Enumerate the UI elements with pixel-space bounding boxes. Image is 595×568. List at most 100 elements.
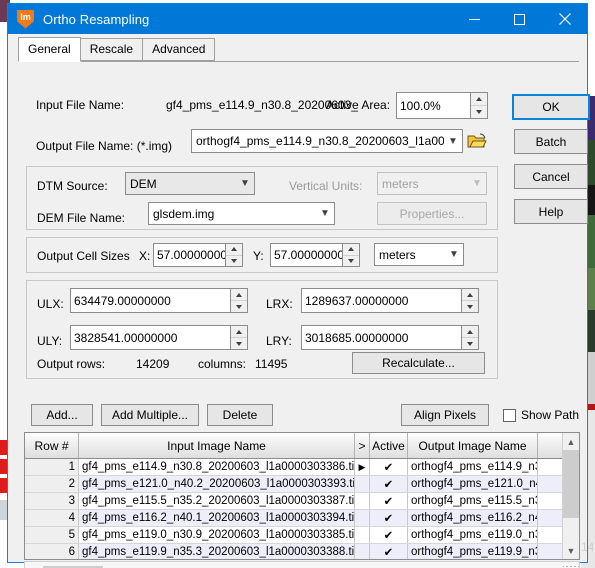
uly-input[interactable]: 3828541.00000000 bbox=[70, 325, 231, 350]
vertical-units-value: meters bbox=[382, 176, 419, 191]
lrx-spin-down[interactable] bbox=[462, 301, 478, 312]
cell-y-input[interactable]: 57.00000000 bbox=[270, 243, 343, 267]
cell-x-spin-buttons[interactable] bbox=[226, 243, 243, 267]
cell-input-name[interactable]: gf4_pms_e115.5_n35.2_20200603_l1a0000303… bbox=[79, 493, 355, 509]
cell-x-spin-down[interactable] bbox=[226, 255, 242, 266]
delete-button[interactable]: Delete bbox=[207, 404, 273, 426]
batch-button[interactable]: Batch bbox=[514, 129, 588, 154]
tab-rescale[interactable]: Rescale bbox=[79, 38, 144, 61]
lry-spinner[interactable]: 3018685.00000000 bbox=[301, 325, 479, 350]
scroll-down-icon[interactable]: ▼ bbox=[563, 542, 579, 559]
lrx-spinner[interactable]: 1289637.00000000 bbox=[301, 288, 479, 313]
table-row[interactable]: 4 gf4_pms_e116.2_n40.1_20200603_l1a00003… bbox=[25, 510, 579, 527]
align-pixels-button[interactable]: Align Pixels bbox=[401, 404, 489, 426]
cell-x-input[interactable]: 57.00000000 bbox=[153, 243, 226, 267]
cell-input-name[interactable]: gf4_pms_e119.0_n30.9_20200603_l1a0000303… bbox=[79, 527, 355, 543]
table-row[interactable]: 5 gf4_pms_e119.0_n30.9_20200603_l1a00003… bbox=[25, 527, 579, 544]
cell-active-check[interactable]: ✔ bbox=[370, 527, 408, 543]
ulx-label: ULX: bbox=[37, 297, 64, 311]
scroll-left-icon[interactable]: ❮ bbox=[25, 562, 43, 568]
cell-input-name[interactable]: gf4_pms_e119.9_n35.3_20200603_l1a0000303… bbox=[79, 544, 355, 559]
active-area-spin-down[interactable] bbox=[471, 106, 487, 118]
grid-header-output-image-name[interactable]: Output Image Name bbox=[408, 433, 538, 458]
grid-horizontal-scrollbar[interactable]: ❮ ❯ bbox=[24, 561, 580, 568]
image-list-grid[interactable]: Row # Input Image Name > Active Output I… bbox=[24, 432, 580, 560]
output-file-combo[interactable]: orthogf4_pms_e114.9_n30.8_20200603_l1a00… bbox=[191, 129, 463, 153]
table-row[interactable]: 3 gf4_pms_e115.5_n35.2_20200603_l1a00003… bbox=[25, 493, 579, 510]
cell-units-combo[interactable]: meters ▼ bbox=[374, 243, 464, 266]
maximize-button[interactable] bbox=[497, 4, 542, 34]
cell-x-spinner[interactable]: 57.00000000 bbox=[153, 243, 243, 267]
lry-spin-down[interactable] bbox=[462, 338, 478, 349]
ulx-spin-buttons[interactable] bbox=[231, 288, 248, 313]
browse-folder-icon[interactable] bbox=[467, 132, 487, 150]
cell-input-name[interactable]: gf4_pms_e121.0_n40.2_20200603_l1a0000303… bbox=[79, 476, 355, 492]
cell-output-name[interactable]: orthogf4_pms_e119.0_n3 bbox=[408, 527, 538, 543]
ulx-spin-up[interactable] bbox=[231, 289, 247, 301]
app-icon-label: Im bbox=[20, 11, 31, 22]
add-button[interactable]: Add... bbox=[31, 404, 93, 426]
minimize-button[interactable] bbox=[452, 4, 497, 34]
ok-button[interactable]: OK bbox=[512, 94, 590, 120]
cell-active-check[interactable]: ✔ bbox=[370, 510, 408, 526]
show-path-checkbox[interactable]: Show Path bbox=[503, 408, 579, 422]
active-area-spinner[interactable]: 100.0% bbox=[396, 92, 488, 119]
grid-header-active[interactable]: Active bbox=[370, 433, 408, 458]
active-area-input[interactable]: 100.0% bbox=[396, 92, 471, 119]
cell-active-check[interactable]: ✔ bbox=[370, 493, 408, 509]
cancel-button[interactable]: Cancel bbox=[514, 164, 588, 189]
ulx-spin-down[interactable] bbox=[231, 301, 247, 312]
scroll-up-icon[interactable]: ▲ bbox=[563, 433, 579, 450]
tab-general[interactable]: General bbox=[18, 37, 81, 62]
cell-output-name[interactable]: orthogf4_pms_e116.2_n4 bbox=[408, 510, 538, 526]
dem-file-combo[interactable]: glsdem.img ▼ bbox=[148, 202, 335, 225]
lrx-input[interactable]: 1289637.00000000 bbox=[301, 288, 462, 313]
active-area-spin-buttons[interactable] bbox=[471, 92, 488, 119]
add-multiple-button[interactable]: Add Multiple... bbox=[101, 404, 199, 426]
cell-output-name[interactable]: orthogf4_pms_e114.9_n3 bbox=[408, 459, 538, 475]
cell-active-check[interactable]: ✔ bbox=[370, 544, 408, 559]
grid-vertical-scroll-thumb[interactable] bbox=[563, 450, 579, 518]
cell-output-name[interactable]: orthogf4_pms_e121.0_n4 bbox=[408, 476, 538, 492]
cell-input-name[interactable]: gf4_pms_e116.2_n40.1_20200603_l1a0000303… bbox=[79, 510, 355, 526]
grid-rows: 1 gf4_pms_e114.9_n30.8_20200603_l1a00003… bbox=[25, 459, 579, 559]
checkbox-box[interactable] bbox=[503, 408, 516, 422]
grid-vertical-scroll-track[interactable] bbox=[563, 518, 579, 542]
cell-active-check[interactable]: ✔ bbox=[370, 476, 408, 492]
lrx-spin-up[interactable] bbox=[462, 289, 478, 301]
cell-y-spinner[interactable]: 57.00000000 bbox=[270, 243, 360, 267]
active-area-spin-up[interactable] bbox=[471, 93, 487, 106]
uly-spin-buttons[interactable] bbox=[231, 325, 248, 350]
table-row[interactable]: 2 gf4_pms_e121.0_n40.2_20200603_l1a00003… bbox=[25, 476, 579, 493]
dtm-source-combo[interactable]: DEM ▼ bbox=[125, 172, 255, 195]
lry-spin-up[interactable] bbox=[462, 326, 478, 338]
grid-header-row-num[interactable]: Row # bbox=[25, 433, 79, 458]
ulx-spinner[interactable]: 634479.00000000 bbox=[70, 288, 248, 313]
recalculate-button[interactable]: Recalculate... bbox=[352, 352, 485, 374]
help-button[interactable]: Help bbox=[514, 199, 588, 224]
lry-input[interactable]: 3018685.00000000 bbox=[301, 325, 462, 350]
scroll-right-icon[interactable]: ❯ bbox=[545, 562, 563, 568]
grid-vertical-scrollbar[interactable]: ▲ ▼ bbox=[562, 433, 579, 559]
uly-spin-down[interactable] bbox=[231, 338, 247, 349]
grid-header-input-image-name[interactable]: Input Image Name bbox=[79, 433, 355, 458]
cell-active-check[interactable]: ✔ bbox=[370, 459, 408, 475]
cell-x-spin-up[interactable] bbox=[226, 244, 242, 256]
chevron-down-icon: ▼ bbox=[320, 208, 330, 219]
table-row[interactable]: 1 gf4_pms_e114.9_n30.8_20200603_l1a00003… bbox=[25, 459, 579, 476]
cell-y-spin-down[interactable] bbox=[343, 255, 359, 266]
cell-y-spin-buttons[interactable] bbox=[343, 243, 360, 267]
uly-spinner[interactable]: 3828541.00000000 bbox=[70, 325, 248, 350]
cell-output-name[interactable]: orthogf4_pms_e115.5_n3 bbox=[408, 493, 538, 509]
table-row[interactable]: 6 gf4_pms_e119.9_n35.3_20200603_l1a00003… bbox=[25, 544, 579, 559]
uly-spin-up[interactable] bbox=[231, 326, 247, 338]
lrx-spin-buttons[interactable] bbox=[462, 288, 479, 313]
tab-advanced[interactable]: Advanced bbox=[142, 38, 216, 61]
cell-input-name[interactable]: gf4_pms_e114.9_n30.8_20200603_l1a0000303… bbox=[79, 459, 355, 475]
lry-spin-buttons[interactable] bbox=[462, 325, 479, 350]
close-button[interactable] bbox=[542, 4, 587, 34]
cell-y-spin-up[interactable] bbox=[343, 244, 359, 256]
cell-output-name[interactable]: orthogf4_pms_e119.9_n3 bbox=[408, 544, 538, 559]
grid-header-marker[interactable]: > bbox=[355, 433, 370, 458]
ulx-input[interactable]: 634479.00000000 bbox=[70, 288, 231, 313]
